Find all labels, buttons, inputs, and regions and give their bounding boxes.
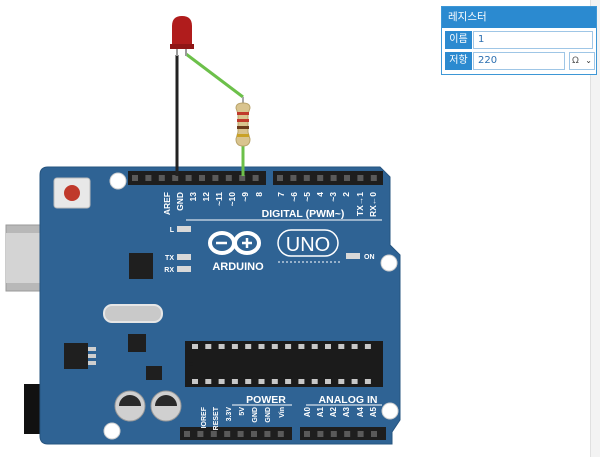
power-pin-label: GND — [265, 407, 272, 423]
led-tx-label: TX — [165, 255, 174, 262]
atmega-chip — [185, 341, 383, 387]
header-hole[interactable] — [252, 175, 259, 181]
header-hole[interactable] — [304, 431, 310, 437]
header-hole[interactable] — [277, 431, 284, 437]
power-pin-label: Vin — [279, 407, 286, 418]
analog-pin-label: A0 — [303, 406, 312, 417]
reset-button[interactable] — [53, 177, 91, 209]
led-tx — [177, 254, 191, 260]
header-hole[interactable] — [225, 175, 232, 181]
unit-select[interactable]: Ω ⌄ — [569, 52, 595, 70]
digital-pin-label: ~10 — [227, 192, 237, 207]
mount-hole — [103, 422, 121, 440]
header-hole[interactable] — [344, 431, 351, 437]
analog-pin-label: A5 — [369, 406, 378, 417]
header-hole[interactable] — [330, 175, 337, 181]
analog-pin-label: A4 — [356, 406, 365, 417]
resistance-label: 저항 — [445, 52, 472, 70]
crystal — [103, 304, 163, 323]
digital-pin-label: ~9 — [240, 192, 250, 202]
led-rx — [177, 266, 191, 272]
resistance-field[interactable]: 220 — [473, 52, 565, 70]
header-hole[interactable] — [303, 175, 310, 181]
header-hole[interactable] — [145, 175, 152, 181]
power-pin-label: RESET — [213, 406, 220, 430]
capacitor — [150, 390, 182, 422]
power-header — [180, 427, 386, 440]
chevron-down-icon: ⌄ — [585, 56, 592, 65]
digital-pin-label: 8 — [254, 192, 264, 197]
power-pin-label: 5V — [239, 407, 246, 416]
digital-pin-label: 12 — [201, 192, 211, 202]
small-chip — [128, 334, 146, 352]
led-on — [346, 253, 360, 259]
brand-label: ARDUINO — [212, 261, 264, 273]
header-hole[interactable] — [197, 431, 204, 437]
power-pin-label: GND — [252, 407, 259, 423]
analog-pin-label: A1 — [316, 406, 325, 417]
led-on-label: ON — [364, 254, 375, 261]
name-field[interactable]: 1 — [473, 31, 593, 49]
header-hole[interactable] — [317, 175, 324, 181]
power-header-label: POWER — [246, 394, 286, 406]
header-hole[interactable] — [330, 431, 337, 437]
model-label: UNO — [286, 234, 330, 256]
usb-chip — [129, 253, 153, 279]
mount-hole — [380, 254, 398, 272]
name-label: 이름 — [445, 31, 472, 49]
header-hole[interactable] — [185, 175, 192, 181]
header-hole[interactable] — [210, 431, 217, 437]
red-led[interactable] — [170, 16, 194, 56]
power-pin-label: IOREF — [201, 406, 208, 428]
header-hole[interactable] — [370, 175, 377, 181]
header-hole[interactable] — [237, 431, 244, 437]
resistor[interactable] — [235, 97, 251, 147]
digital-pin-label: GND — [175, 192, 185, 211]
digital-pin-label: 7 — [276, 192, 286, 197]
unit-value: Ω — [572, 56, 579, 66]
mount-hole — [109, 172, 127, 190]
header-hole[interactable] — [158, 175, 165, 181]
analog-pin-label: A3 — [342, 406, 351, 417]
digital-pin-label: ~6 — [289, 192, 299, 202]
digital-pin-label: 2 — [341, 192, 351, 197]
digital-header-label: DIGITAL (PWM~) — [262, 208, 345, 220]
header-hole[interactable] — [184, 431, 190, 437]
led-rx-label: RX — [164, 267, 174, 274]
header-hole[interactable] — [317, 431, 324, 437]
digital-pin-label: TX→1 — [355, 192, 365, 216]
analog-pin-label: A2 — [329, 406, 338, 417]
digital-pin-label: ~3 — [328, 192, 338, 202]
header-hole[interactable] — [371, 431, 377, 437]
header-hole[interactable] — [357, 175, 364, 181]
digital-pin-label: ~11 — [214, 192, 224, 206]
header-hole[interactable] — [251, 431, 257, 437]
analog-header-label: ANALOG IN — [319, 394, 378, 406]
led-l-label: L — [170, 227, 175, 234]
header-hole[interactable] — [132, 175, 138, 181]
header-hole[interactable] — [290, 175, 297, 181]
mount-hole — [381, 402, 399, 420]
digital-pin-label: 4 — [315, 192, 325, 197]
digital-pin-label: RX←0 — [368, 192, 378, 217]
header-hole[interactable] — [277, 175, 283, 181]
digital-pin-label: 13 — [188, 192, 198, 202]
panel-title: 레지스터 — [442, 7, 596, 28]
led-l — [177, 226, 191, 232]
digital-header — [128, 171, 383, 185]
digital-pin-label: AREF — [162, 192, 172, 215]
wire-green[interactable] — [185, 52, 244, 99]
power-pin-label: 3.3V — [226, 407, 233, 422]
header-hole[interactable] — [344, 175, 350, 181]
properties-panel: 레지스터 이름 1 저항 220 Ω ⌄ — [441, 6, 597, 75]
header-hole[interactable] — [264, 431, 271, 437]
capacitor — [114, 390, 146, 422]
header-hole[interactable] — [199, 175, 205, 181]
header-hole[interactable] — [357, 431, 364, 437]
digital-pin-label: ~5 — [302, 192, 312, 202]
transistor — [146, 366, 162, 380]
header-hole[interactable] — [224, 431, 231, 437]
header-hole[interactable] — [212, 175, 219, 181]
